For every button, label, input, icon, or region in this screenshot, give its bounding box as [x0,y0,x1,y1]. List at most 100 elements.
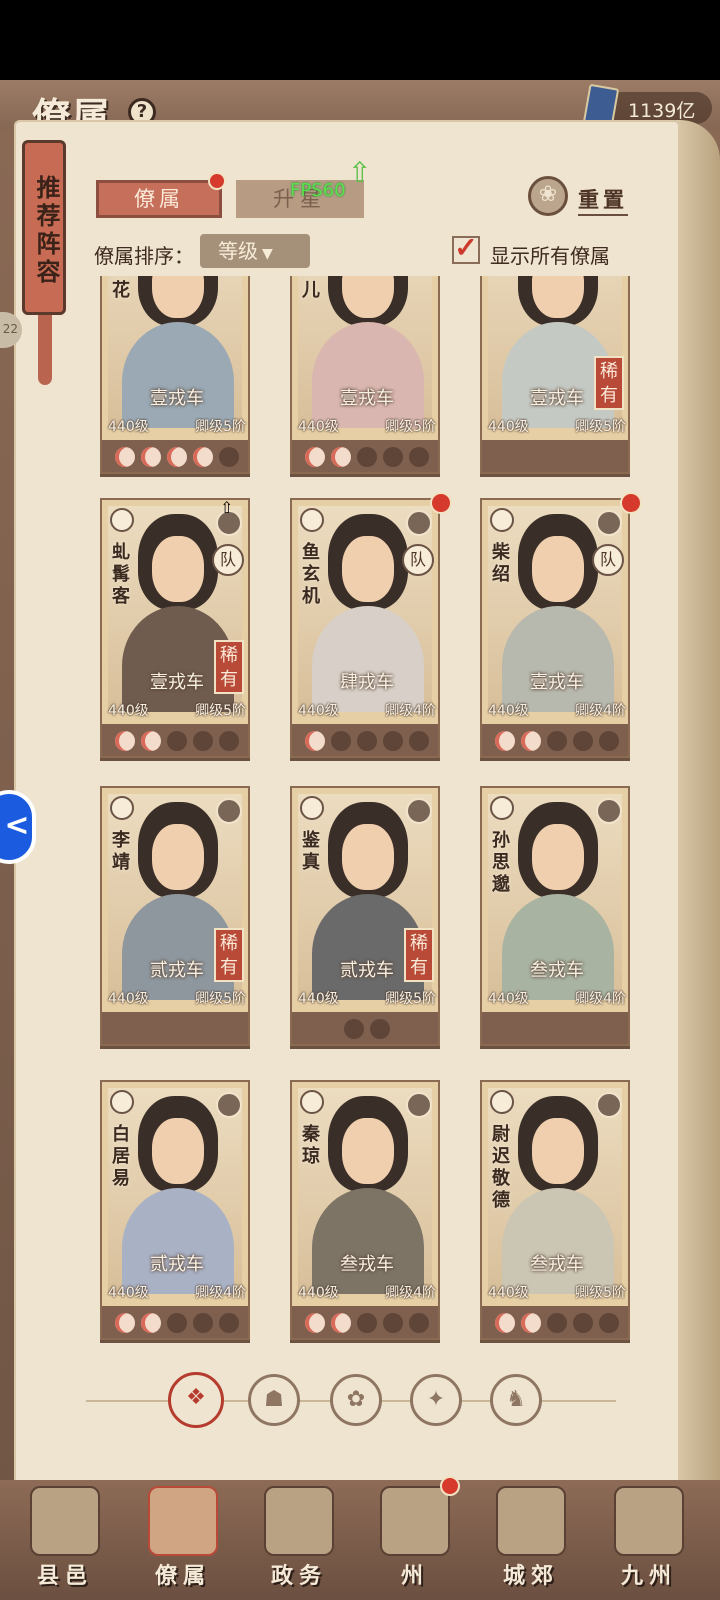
nav-county[interactable]: 县邑 [10,1486,120,1596]
retainer-stats: 440级 卿级5阶 [482,1282,628,1302]
retainer-name: 秦琼 [302,1124,320,1167]
nav-affairs[interactable]: 政务 [244,1486,354,1596]
filter-helmet-icon[interactable]: ☗ [248,1374,300,1426]
retainer-tier: 卿级4阶 [385,703,436,719]
retainer-level: 440级 [488,1285,529,1301]
role-shield-icon [406,1092,432,1118]
retainer-rank: 叁戎车 [340,1254,394,1275]
filter-beast-icon[interactable]: ♞ [490,1374,542,1426]
team-badge: 队 [402,544,434,576]
moon-pip-icon [219,1313,239,1333]
portrait-robe [502,894,614,1000]
filter-fox-icon[interactable]: ✿ [330,1374,382,1426]
tab-retainers[interactable]: 僚属 [96,180,222,218]
retainer-card[interactable]: 梁花壹戎车440级 卿级5阶 [100,276,250,474]
moon-pip-icon [115,447,135,467]
nav-label: 县邑 [36,1563,93,1589]
portrait-robe [122,1188,234,1294]
retainer-stats: 440级 卿级5阶 [102,988,248,1008]
retainer-card[interactable]: 白居易 贰戎车 440级 卿级4阶 [100,1080,250,1340]
role-shield-icon [596,510,622,536]
sort-dropdown[interactable]: 等级 ▼ [200,234,310,268]
retainer-level: 440级 [298,991,339,1007]
status-bar [0,0,720,80]
retainer-tier: 卿级5阶 [385,419,436,435]
nav-nine-states[interactable]: 九州 [594,1486,704,1596]
moon-pip-icon [357,731,377,751]
card-notification-dot [620,492,642,514]
retainer-stats: 440级 卿级4阶 [292,700,438,720]
class-icon [490,508,514,532]
moon-pip-icon [521,1313,541,1333]
moon-pip-icon [167,1313,187,1333]
retainer-rank: 壹戎车 [530,672,584,693]
retainer-level: 440级 [488,419,529,435]
filter-fan-icon[interactable]: ✦ [410,1374,462,1426]
role-shield-icon [596,798,622,824]
retainer-rank: 壹戎车 [150,388,204,409]
nav-label: 州 [400,1563,429,1589]
moon-pip-icon [409,447,429,467]
retainer-rank: 肆戎车 [340,672,394,693]
moon-pip-icon [193,447,213,467]
star-pips [102,1306,248,1338]
nav-label: 城郊 [502,1563,559,1589]
affairs-box-icon [264,1486,334,1556]
moon-pip-icon [167,731,187,751]
nav-suburbs[interactable]: 城郊 [476,1486,586,1596]
card-notification-dot [430,492,452,514]
upgrade-arrow-icon: ⇧ [348,156,372,189]
class-icon [110,796,134,820]
retainer-card[interactable]: 白稀有壹戎车440级卿级5阶 [480,276,630,474]
moon-pip-icon [409,1313,429,1333]
retainer-rank: 壹戎车 [530,388,584,409]
retainer-card[interactable]: 柴绍 队壹戎车 440级 卿级4阶 [480,498,630,758]
retainer-tier: 卿级5阶 [385,991,436,1007]
retainer-card[interactable]: 鱼玄机 队肆戎车 440级 卿级4阶 [290,498,440,758]
retainer-grid: 梁花壹戎车440级卿级5阶裴儿壹戎车440级卿级5阶白稀有壹戎车440级卿级5阶… [0,276,720,1372]
retainer-card[interactable]: 孙思邈 叁戎车 440级 卿级4阶 [480,786,630,1046]
role-shield-icon [596,1092,622,1118]
reset-button[interactable]: 重置 [578,184,628,216]
team-badge: 队 [592,544,624,576]
nav-prefecture[interactable]: 州 [360,1486,470,1596]
filter-all-icon[interactable]: ❖ [168,1372,224,1428]
moon-pip-icon [141,1313,161,1333]
fps-overlay: FPS60 [290,180,346,201]
retainer-tier: 卿级5阶 [195,419,246,435]
retainer-level: 440级 [298,703,339,719]
retainer-card[interactable]: 鉴真 稀有 贰戎车 440级 卿级5阶 [290,786,440,1046]
retainer-level: 440级 [488,703,529,719]
reset-icon[interactable]: ❀ [528,176,568,216]
moon-pip-icon [495,1313,515,1333]
retainer-tier: 卿级4阶 [575,703,626,719]
retainer-level: 440级 [108,419,149,435]
class-icon [110,1090,134,1114]
retainer-card[interactable]: 李靖 稀有 贰戎车 440级 卿级5阶 [100,786,250,1046]
retainer-rank: 叁戎车 [530,960,584,981]
moon-pip-icon [599,731,619,751]
retainer-card[interactable]: 尉迟敬德 叁戎车 440级 卿级5阶 [480,1080,630,1340]
class-icon [490,796,514,820]
retainer-card[interactable]: 虬髯客队稀有 壹戎车 440级 卿级5阶 [100,498,250,758]
moon-pip-icon [495,731,515,751]
retainers-scroll-icon [148,1486,218,1556]
moon-pip-icon [344,1019,364,1039]
retainer-card[interactable]: 秦琼叁戎车 440级 卿级4阶 [290,1080,440,1340]
retainer-card[interactable]: 裴儿壹戎车440级 卿级5阶 [290,276,440,474]
retainer-name: 鉴真 [302,830,320,873]
retainer-stats: 440级 卿级4阶 [482,700,628,720]
class-icon [300,1090,324,1114]
moon-pip-icon [141,731,161,751]
nav-retainers[interactable]: 僚属 [128,1486,238,1596]
retainer-name: 虬髯客 [112,542,130,607]
retainer-name: 白居易 [112,1124,130,1189]
portrait-robe [122,322,234,428]
show-all-checkbox[interactable]: ✓ [452,234,480,264]
retainer-tier: 卿级4阶 [385,1285,436,1301]
moon-pip-icon [357,447,377,467]
role-shield-icon [406,510,432,536]
retainer-level: 440级 [298,1285,339,1301]
class-icon [300,508,324,532]
portrait-face [532,536,584,602]
